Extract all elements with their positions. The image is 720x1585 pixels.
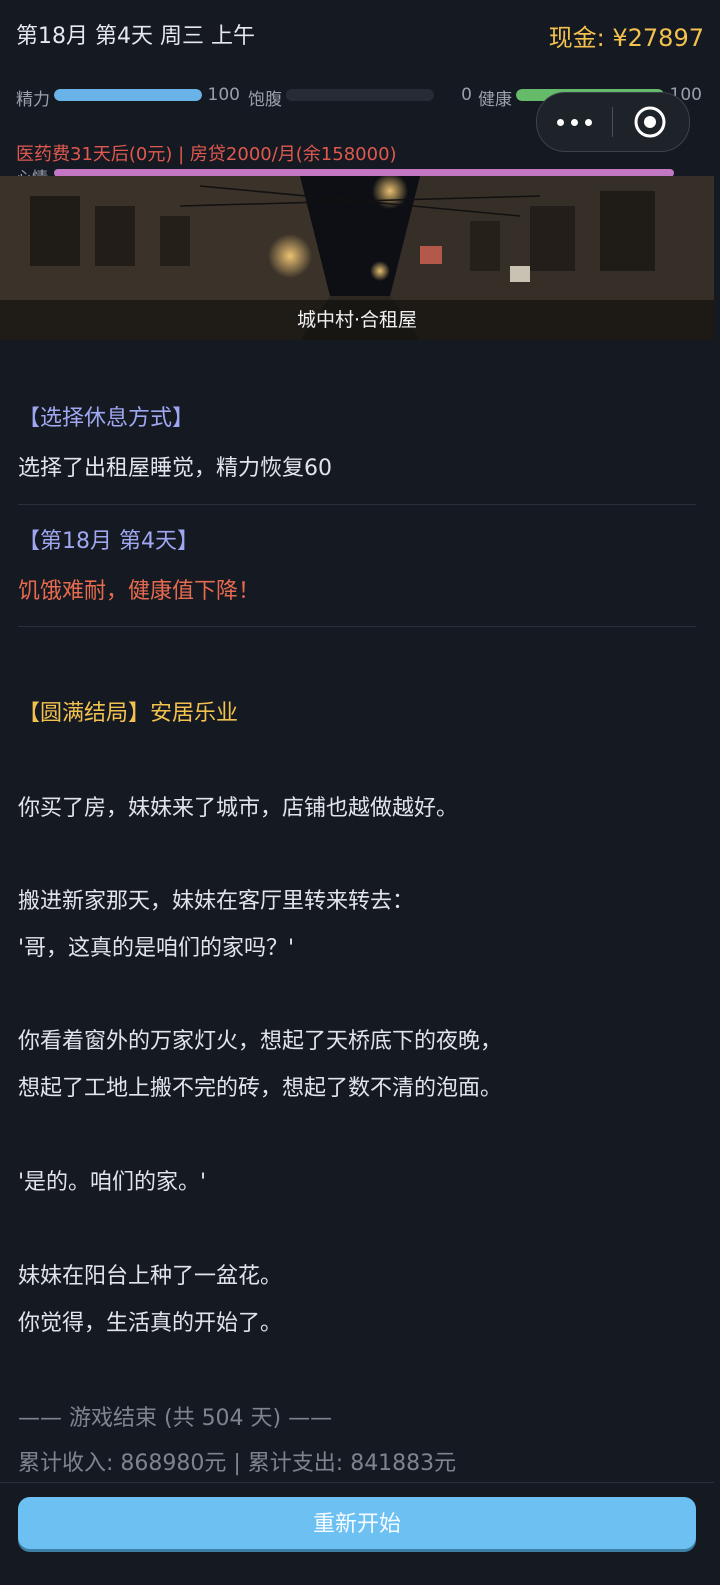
more-dots-icon[interactable] <box>555 113 595 131</box>
scene-caption: 城中村·合租屋 <box>0 300 714 340</box>
divider <box>18 626 696 627</box>
log-entry-title: 【选择休息方式】 <box>18 406 195 431</box>
ending-line: 你买了房，妹妹来了城市，店铺也越做越好。 <box>18 796 459 821</box>
log-entry-warning: 饥饿难耐，健康值下降！ <box>18 579 261 604</box>
ending-line: 你看着窗外的万家灯火，想起了天桥底下的夜晚， <box>18 1029 503 1054</box>
target-circle-icon[interactable] <box>633 105 667 139</box>
log-entry-title: 【第18月 第4天】 <box>18 529 199 554</box>
stat-bar <box>286 89 434 101</box>
stat-label: 饱腹 <box>248 90 282 110</box>
ending-line: 你觉得，生活真的开始了。 <box>18 1311 283 1336</box>
stat-value: 0 <box>461 85 472 105</box>
ending-title: 【圆满结局】安居乐业 <box>18 701 239 726</box>
totals-summary: 累计收入: 868980元 | 累计支出: 841883元 <box>18 1451 457 1476</box>
ending-line: '哥，这真的是咱们的家吗？' <box>18 936 295 961</box>
ending-line: 想起了工地上搬不完的砖，想起了数不清的泡面。 <box>18 1076 503 1101</box>
scene-image: 城中村·合租屋 <box>0 176 714 340</box>
cash-display: 现金: ¥27897 <box>548 24 704 52</box>
stat-value: 100 <box>207 85 240 105</box>
ending-line: 妹妹在阳台上种了一盆花。 <box>18 1264 283 1289</box>
ending-line: 搬进新家那天，妹妹在客厅里转来转去： <box>18 889 415 914</box>
stat-label: 精力 <box>16 90 50 110</box>
log-entry-text: 选择了出租屋睡觉，精力恢复60 <box>18 456 332 481</box>
stat-bar <box>54 89 202 101</box>
bills-alert: 医药费31天后(0元) | 房贷2000/月(余158000) <box>16 144 397 165</box>
bottom-action-bar: 重新开始 <box>0 1482 714 1585</box>
status-header: 第18月 第4天 周三 上午 现金: ¥27897 精力 100 饱腹 0 健康… <box>0 0 720 180</box>
capsule-divider <box>612 107 613 137</box>
stat-label: 健康 <box>478 90 512 110</box>
stat-bar-fill <box>54 89 202 101</box>
game-date: 第18月 第4天 周三 上午 <box>16 24 255 49</box>
restart-button[interactable]: 重新开始 <box>18 1497 696 1549</box>
mini-program-capsule <box>536 92 690 152</box>
divider <box>18 504 696 505</box>
game-over-label: —— 游戏结束 (共 504 天) —— <box>18 1406 333 1431</box>
ending-line: '是的。咱们的家。' <box>18 1170 207 1195</box>
